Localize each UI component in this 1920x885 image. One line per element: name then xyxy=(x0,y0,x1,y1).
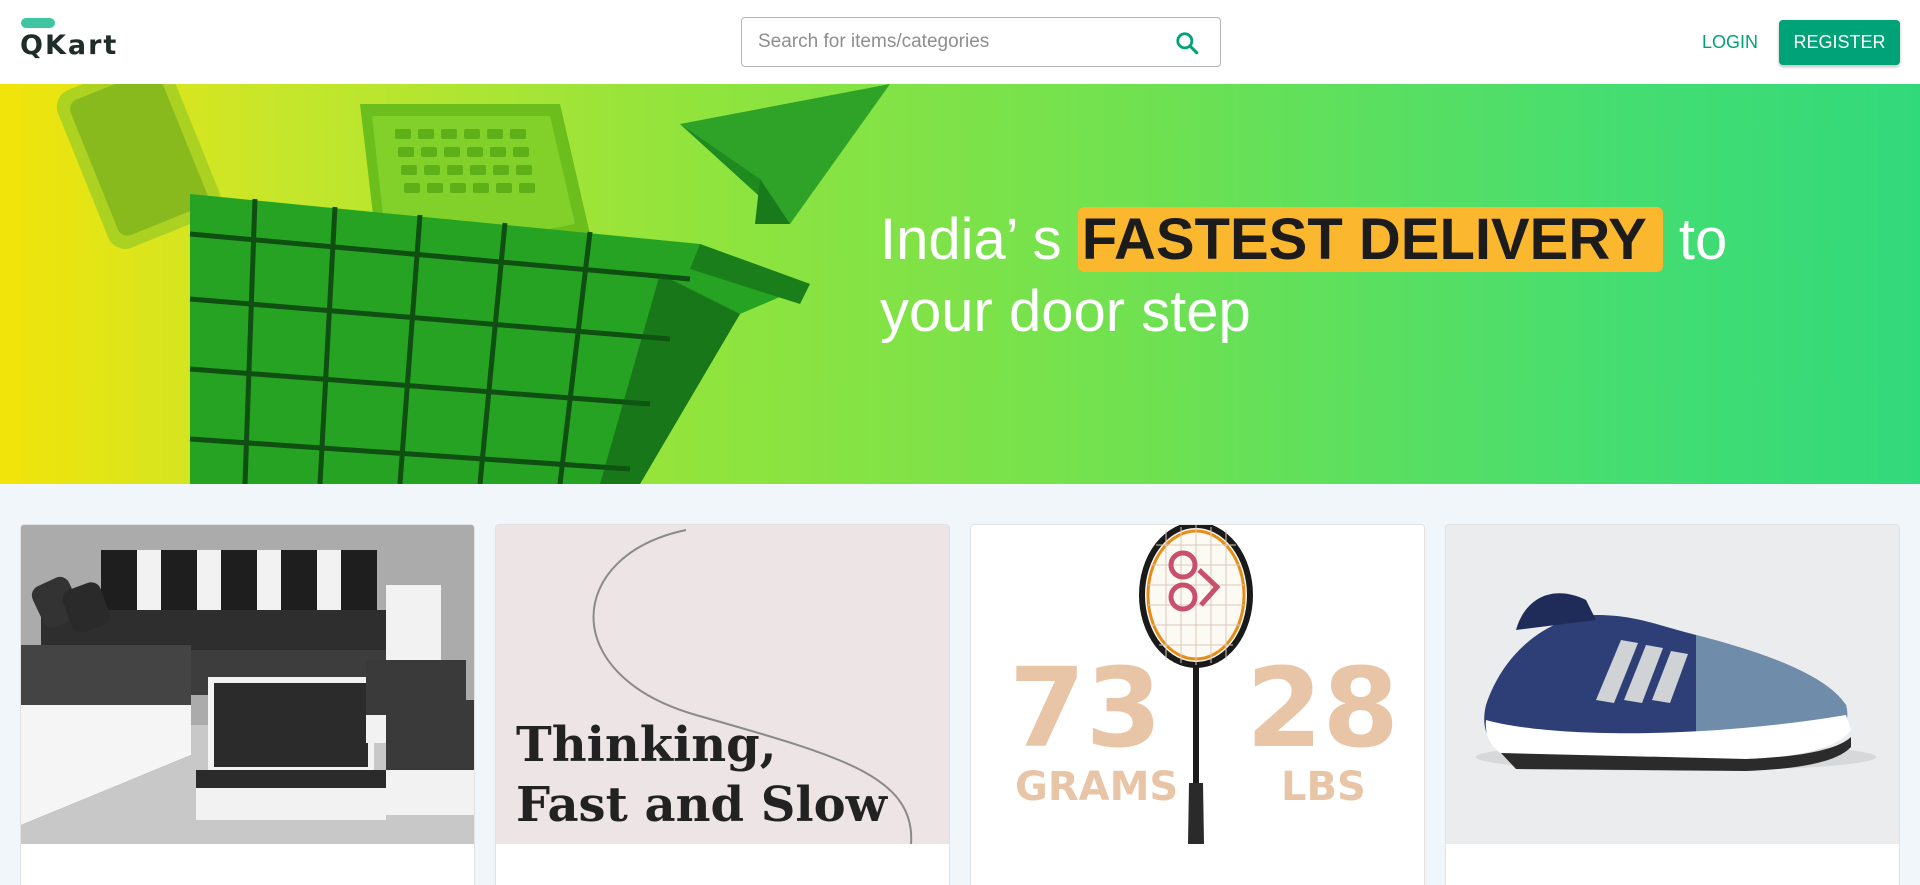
product-image-book: Thinking, Fast and Slow xyxy=(496,525,949,844)
app-header: QKart LOGIN REGISTER xyxy=(0,0,1920,84)
book-title-line-2: Fast and Slow xyxy=(516,777,887,833)
hero-line-2: your door step xyxy=(880,279,1251,344)
product-image-shoe xyxy=(1446,525,1899,844)
register-button[interactable]: REGISTER xyxy=(1779,20,1900,65)
cart-basket xyxy=(189,194,810,484)
search-icon[interactable] xyxy=(1174,30,1200,56)
product-card[interactable]: Thinking, Fast and Slow xyxy=(495,524,950,885)
sofa-set-image xyxy=(21,525,474,844)
product-card[interactable] xyxy=(20,524,475,885)
search-bar xyxy=(741,17,1221,67)
badminton-racket-image xyxy=(1139,525,1253,844)
book-title-line-1: Thinking, xyxy=(516,717,777,773)
logo-text: QKart xyxy=(20,30,119,61)
product-image-sofa xyxy=(21,525,474,844)
logo-accent-bar xyxy=(21,18,55,28)
product-card[interactable] xyxy=(1445,524,1900,885)
hero-text-after: to xyxy=(1662,207,1728,272)
qkart-logo[interactable]: QKart xyxy=(20,16,120,66)
hero-banner: India’ s FASTEST DELIVERY to your door s… xyxy=(0,84,1920,484)
product-card[interactable]: 73 GRAMS 28 LBS xyxy=(970,524,1425,885)
login-button[interactable]: LOGIN xyxy=(1692,22,1768,62)
paper-plane-icon xyxy=(680,84,890,224)
hero-headline: India’ s FASTEST DELIVERY to your door s… xyxy=(880,204,1880,348)
search-input[interactable] xyxy=(742,18,1152,66)
running-shoe-image xyxy=(1476,593,1876,771)
shopping-cart-illustration xyxy=(56,84,890,484)
hero-line-1: India’ s FASTEST DELIVERY to xyxy=(880,204,1880,276)
book-cover-title: Thinking, Fast and Slow xyxy=(516,715,887,835)
hero-highlight: FASTEST DELIVERY xyxy=(1077,207,1663,272)
hero-text-before: India’ s xyxy=(880,207,1078,272)
product-image-racket: 73 GRAMS 28 LBS xyxy=(971,525,1424,844)
